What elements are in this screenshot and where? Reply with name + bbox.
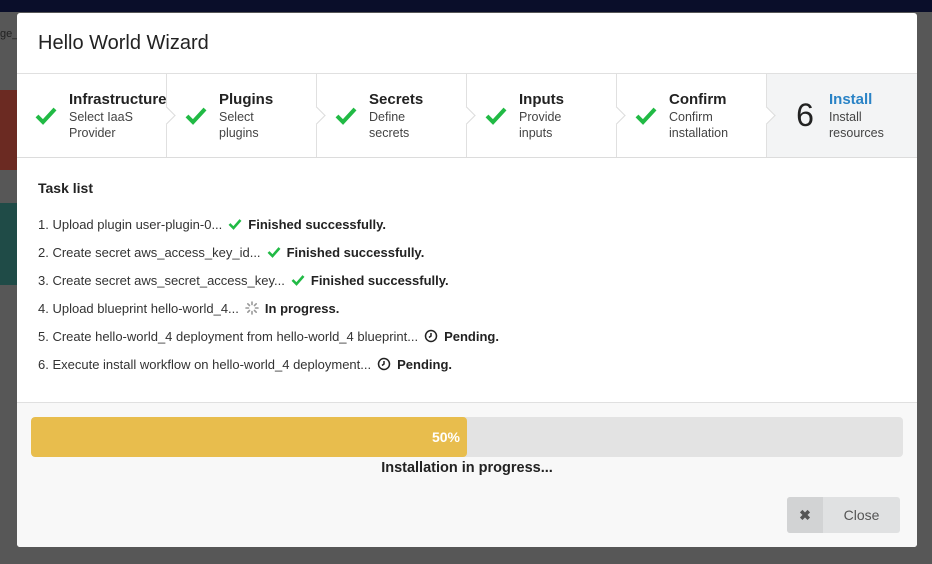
task-row: 1. Upload plugin user-plugin-0... Finish… bbox=[38, 210, 896, 238]
background-topbar bbox=[0, 0, 932, 12]
step-desc: plugins bbox=[219, 125, 259, 140]
step-number: 6 bbox=[796, 97, 814, 133]
background-teal-panel bbox=[0, 203, 18, 285]
task-list: Task list 1. Upload plugin user-plugin-0… bbox=[17, 158, 917, 402]
task-text: 5. Create hello-world_4 deployment from … bbox=[38, 328, 419, 344]
task-row: 4. Upload blueprint hello-world_4... In … bbox=[38, 294, 896, 322]
check-icon bbox=[635, 107, 657, 125]
step-infrastructure[interactable]: Infrastructure Select IaaS Provider bbox=[17, 74, 176, 157]
wizard-steps: Infrastructure Select IaaS Provider Plug… bbox=[17, 74, 917, 158]
step-title: Secrets bbox=[369, 90, 424, 108]
task-text: 2. Create secret aws_access_key_id... bbox=[38, 244, 261, 260]
modal-footer: 50% Installation in progress... ✖ Close bbox=[17, 402, 917, 547]
step-desc: Provider bbox=[69, 125, 116, 140]
check-icon bbox=[485, 107, 507, 125]
modal-title: Hello World Wizard bbox=[38, 31, 209, 54]
check-icon bbox=[267, 247, 281, 258]
step-plugins[interactable]: Plugins Select plugins bbox=[167, 74, 326, 157]
step-desc: Select bbox=[219, 109, 254, 124]
check-icon bbox=[35, 107, 57, 125]
progress-status-text: Installation in progress... bbox=[381, 460, 553, 476]
step-desc: resources bbox=[829, 125, 884, 140]
task-status: Finished successfully. bbox=[248, 216, 387, 232]
step-title: Plugins bbox=[219, 90, 274, 108]
step-confirm[interactable]: Confirm Confirm installation bbox=[617, 74, 776, 157]
task-status: Finished successfully. bbox=[286, 244, 425, 260]
progress-bar: 50% bbox=[31, 417, 903, 457]
step-secrets[interactable]: Secrets Define secrets bbox=[317, 74, 476, 157]
step-desc: Define bbox=[369, 109, 406, 124]
task-row: 6. Execute install workflow on hello-wor… bbox=[38, 350, 896, 378]
step-inputs[interactable]: Inputs Provide inputs bbox=[467, 74, 626, 157]
check-icon bbox=[228, 219, 242, 230]
clock-icon bbox=[424, 329, 438, 343]
progress-label: 50% bbox=[431, 429, 460, 445]
step-desc: Provide bbox=[519, 109, 562, 124]
task-row: 2. Create secret aws_access_key_id... Fi… bbox=[38, 238, 896, 266]
step-desc: installation bbox=[669, 125, 729, 140]
task-text: 4. Upload blueprint hello-world_4... bbox=[38, 300, 239, 316]
check-icon bbox=[185, 107, 207, 125]
task-text: 6. Execute install workflow on hello-wor… bbox=[38, 356, 372, 372]
close-icon: ✖ bbox=[787, 497, 823, 533]
check-icon bbox=[291, 275, 305, 286]
task-status: Pending. bbox=[444, 328, 499, 344]
step-desc: inputs bbox=[519, 125, 553, 140]
step-title: Infrastructure bbox=[69, 90, 167, 108]
check-icon bbox=[335, 107, 357, 125]
task-status: Finished successfully. bbox=[310, 272, 449, 288]
step-install[interactable]: 6 Install Install resources bbox=[767, 74, 917, 157]
wizard-modal: Hello World Wizard Infrastructure Select… bbox=[17, 13, 917, 547]
task-text: 1. Upload plugin user-plugin-0... bbox=[38, 216, 223, 232]
step-desc: Install bbox=[829, 109, 862, 124]
step-title: Inputs bbox=[519, 90, 564, 108]
task-text: 3. Create secret aws_secret_access_key..… bbox=[38, 272, 285, 288]
step-desc: secrets bbox=[369, 125, 410, 140]
progress-fill: 50% bbox=[31, 417, 467, 457]
task-status: In progress. bbox=[264, 300, 340, 316]
spinner-icon bbox=[245, 301, 259, 315]
close-button-label: Close bbox=[843, 507, 880, 523]
step-desc: Select IaaS bbox=[69, 109, 133, 124]
step-title: Confirm bbox=[669, 90, 727, 108]
background-red-panel bbox=[0, 90, 18, 170]
task-row: 3. Create secret aws_secret_access_key..… bbox=[38, 266, 896, 294]
task-row: 5. Create hello-world_4 deployment from … bbox=[38, 322, 896, 350]
clock-icon bbox=[377, 357, 391, 371]
task-status: Pending. bbox=[397, 356, 453, 372]
modal-header: Hello World Wizard bbox=[17, 13, 917, 74]
task-list-title: Task list bbox=[38, 180, 93, 196]
close-button[interactable]: ✖ Close bbox=[787, 497, 900, 533]
step-desc: Confirm bbox=[669, 109, 713, 124]
background-tab-fragment: ge_ bbox=[0, 28, 19, 40]
step-title: Install bbox=[829, 90, 873, 108]
